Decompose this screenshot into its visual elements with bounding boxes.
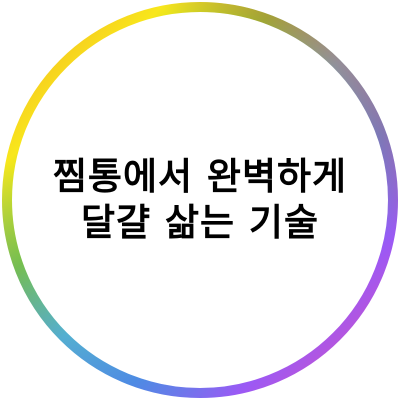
title-block: 찜통에서 완벽하게 달걀 삶는 기술 xyxy=(0,0,400,400)
title-line-1: 찜통에서 완벽하게 xyxy=(52,155,348,198)
title-line-2: 달걀 삶는 기술 xyxy=(80,201,319,244)
thumbnail-canvas: 찜통에서 완벽하게 달걀 삶는 기술 xyxy=(0,0,400,400)
